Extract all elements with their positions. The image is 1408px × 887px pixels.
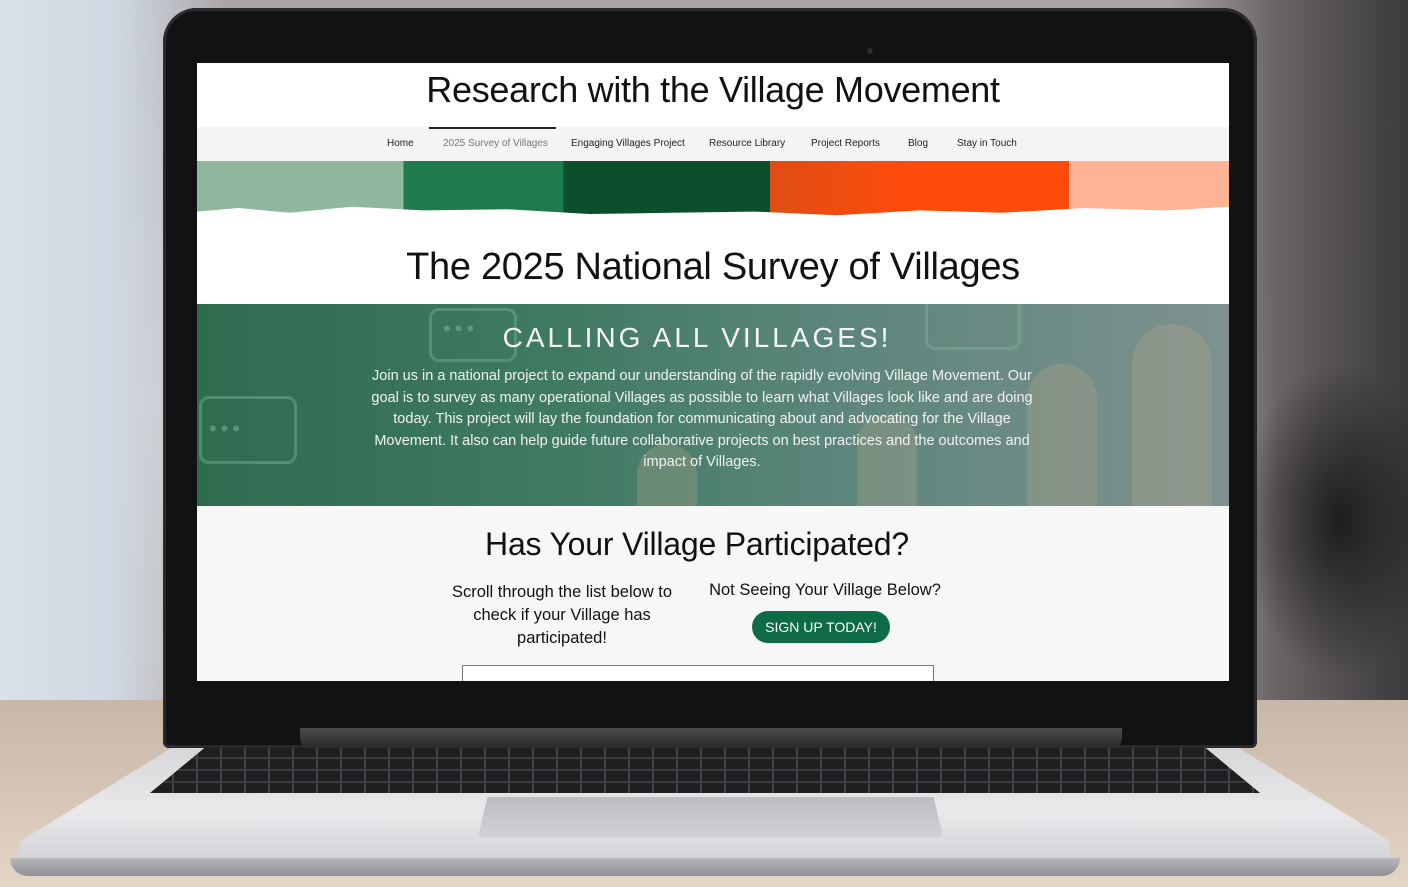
main-nav: Home 2025 Survey of Villages Engaging Vi… xyxy=(197,127,1229,161)
participation-instructions: Scroll through the list below to check i… xyxy=(451,583,673,647)
nav-active-indicator xyxy=(429,127,556,129)
nav-item-2025-survey[interactable]: 2025 Survey of Villages xyxy=(443,138,548,149)
camera-icon xyxy=(867,48,873,54)
participation-title: Has Your Village Participated? xyxy=(485,526,909,562)
site-title[interactable]: Research with the Village Movement xyxy=(197,69,1229,111)
laptop-base-edge xyxy=(10,858,1400,876)
nav-item-home[interactable]: Home xyxy=(387,138,414,149)
laptop-keyboard-rows xyxy=(150,747,1260,793)
laptop-screen: Research with the Village Movement Home … xyxy=(197,63,1229,681)
nav-item-resource-library[interactable]: Resource Library xyxy=(709,138,785,149)
page-title: The 2025 National Survey of Villages xyxy=(406,246,1020,288)
background-shadow xyxy=(1240,360,1408,680)
village-list[interactable] xyxy=(462,665,934,681)
sign-up-button[interactable]: SIGN UP TODAY! xyxy=(752,611,890,643)
site-header: Research with the Village Movement xyxy=(197,63,1229,127)
nav-item-blog[interactable]: Blog xyxy=(908,138,928,149)
hero-body: Join us in a national project to expand … xyxy=(371,368,1033,470)
hero-section: ••• ••• CALLING ALL VILLAGES! Join us in… xyxy=(197,304,1229,506)
nav-item-engaging-villages[interactable]: Engaging Villages Project xyxy=(571,138,685,149)
laptop-hinge xyxy=(300,728,1122,748)
chat-dots-icon: ••• xyxy=(209,416,245,441)
hero-title: CALLING ALL VILLAGES! xyxy=(502,322,892,353)
laptop-trackpad xyxy=(478,797,943,837)
participation-section: Has Your Village Participated? Scroll th… xyxy=(197,506,1229,681)
nav-item-stay-in-touch[interactable]: Stay in Touch xyxy=(957,138,1017,149)
nav-item-project-reports[interactable]: Project Reports xyxy=(811,138,880,149)
not-seeing-label: Not Seeing Your Village Below? xyxy=(709,581,941,599)
person-figure xyxy=(1027,364,1097,506)
